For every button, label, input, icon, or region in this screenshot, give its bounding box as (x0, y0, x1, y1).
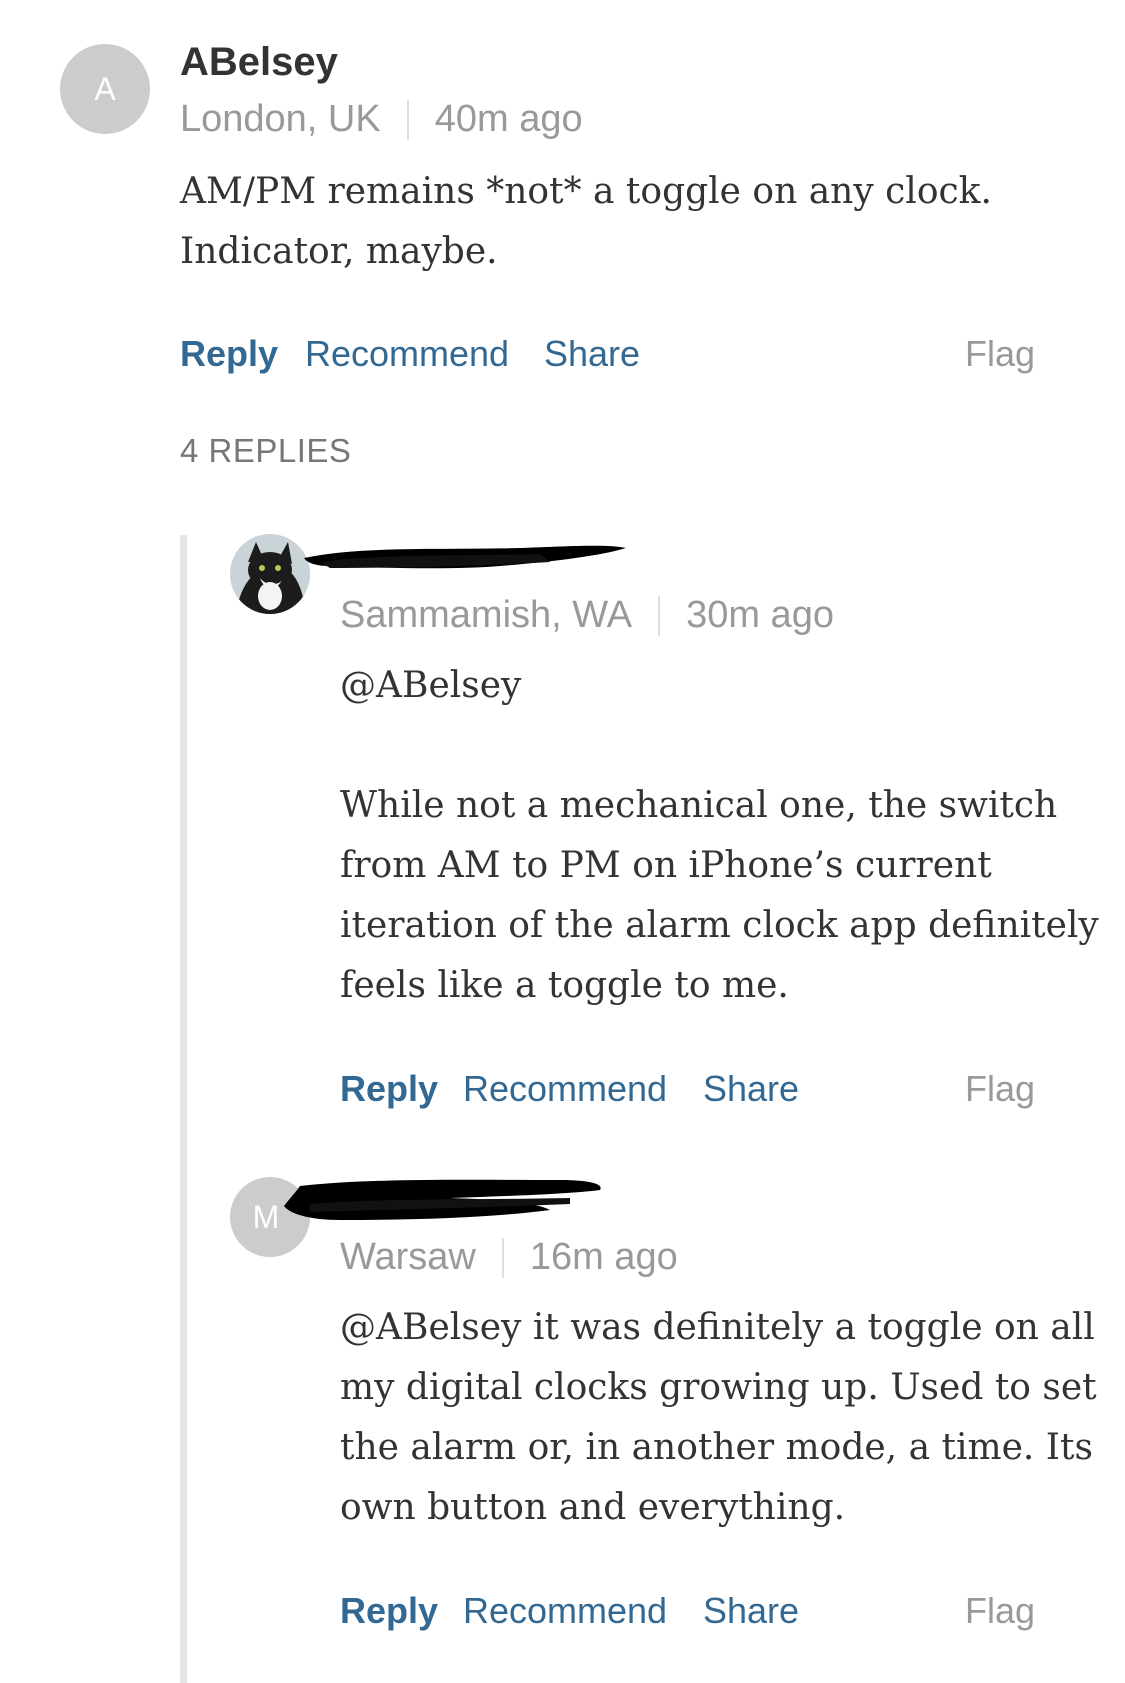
thread-line (180, 535, 187, 1683)
comment-meta: London, UK 40m ago (180, 98, 583, 141)
meta-divider (406, 99, 409, 140)
redacted-author-name (284, 1179, 601, 1220)
comment-author[interactable]: ABelsey (180, 40, 338, 85)
comment-actions: Reply Recommend Share Flag (180, 333, 1080, 377)
comment-time: 16m ago (529, 1236, 678, 1278)
comment-body: AM/PM remains *not* a toggle on any cloc… (180, 171, 992, 272)
reply-button[interactable]: Reply (340, 1590, 438, 1632)
comment-time: 30m ago (686, 594, 834, 636)
comment-meta: Warsaw 16m ago (340, 1236, 678, 1279)
avatar[interactable]: A (60, 44, 150, 134)
comment-body: @ABelsey While not a mechanical one, the… (340, 665, 1099, 1006)
comment-location: Warsaw (340, 1236, 476, 1278)
flag-button[interactable]: Flag (965, 1068, 1035, 1110)
comment-time: 40m ago (434, 98, 583, 140)
cat-photo-avatar-icon (230, 534, 310, 614)
share-button[interactable]: Share (703, 1590, 799, 1632)
comment-location: Sammamish, WA (340, 594, 633, 636)
recommend-button[interactable]: Recommend (463, 1068, 667, 1110)
reply-button[interactable]: Reply (180, 333, 278, 375)
comment-actions: Reply Recommend Share Flag (340, 1068, 1080, 1112)
meta-divider (501, 1237, 504, 1278)
share-button[interactable]: Share (703, 1068, 799, 1110)
reply-button[interactable]: Reply (340, 1068, 438, 1110)
comment-location: London, UK (180, 98, 381, 140)
share-button[interactable]: Share (544, 333, 640, 375)
avatar-letter: A (94, 70, 116, 107)
flag-button[interactable]: Flag (965, 333, 1035, 375)
comment-actions: Reply Recommend Share Flag (340, 1590, 1080, 1634)
flag-button[interactable]: Flag (965, 1590, 1035, 1632)
recommend-button[interactable]: Recommend (305, 333, 509, 375)
meta-divider (658, 595, 661, 636)
replies-count[interactable]: 4 REPLIES (180, 432, 351, 470)
comment-meta: Sammamish, WA 30m ago (340, 594, 834, 637)
redacted-author-name (304, 545, 626, 569)
avatar[interactable] (230, 534, 310, 614)
comment-body: @ABelsey it was definitely a toggle on a… (340, 1307, 1097, 1528)
recommend-button[interactable]: Recommend (463, 1590, 667, 1632)
